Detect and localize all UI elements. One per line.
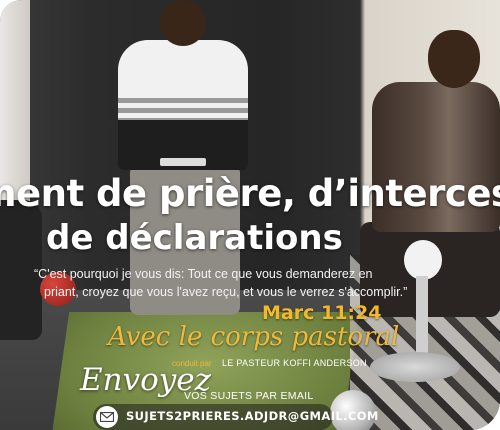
shirt-stripes (118, 98, 248, 120)
stool-pole (416, 276, 428, 361)
pastoral-script-title: Avec le corps pastoral (108, 322, 400, 352)
scripture-reference: Marc 11:24 (262, 302, 382, 324)
subjects-by-email-label: VOS SUJETS PAR EMAIL (184, 390, 314, 402)
headline-line-2: de déclarations (46, 218, 343, 258)
white-stool (370, 240, 460, 390)
tablet (160, 158, 206, 166)
envelope-icon (96, 406, 118, 428)
man-right-head (428, 30, 480, 88)
man-center-head (160, 0, 206, 46)
headline-line-1: ment de prière, d’intercessi (0, 172, 500, 215)
email-address[interactable]: SUJETS2PRIERES.ADJDR@GMAIL.COM (126, 409, 379, 423)
quote-line-2: priant, croyez que vous l'avez reçu, et … (44, 285, 408, 299)
prayer-flyer: ment de prière, d’intercessi de déclarat… (0, 0, 500, 430)
stool-seat (404, 240, 442, 280)
pastor-name: LE PASTEUR KOFFI ANDERSON (222, 358, 367, 368)
stool-base (370, 352, 460, 382)
quote-line-1: “C'est pourquoi je vous dis: Tout ce que… (34, 267, 373, 281)
